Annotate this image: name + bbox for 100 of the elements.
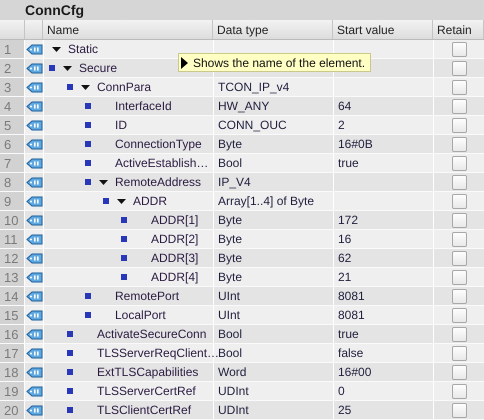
data-type: Word — [218, 365, 246, 379]
bullet-icon — [67, 369, 73, 375]
start-value: 16#00 — [338, 365, 372, 379]
expand-arrow-icon[interactable] — [63, 64, 72, 72]
bullet-icon — [85, 179, 91, 185]
start-value: 16 — [338, 232, 352, 246]
member-name: TLSClientCertRef — [97, 403, 192, 417]
retain-checkbox[interactable] — [452, 80, 467, 94]
expand-arrow-icon[interactable] — [81, 82, 90, 92]
start-value: true — [338, 156, 359, 170]
row-number: 2 — [4, 60, 12, 76]
retain-checkbox[interactable] — [452, 212, 467, 228]
bullet-icon — [85, 312, 91, 318]
start-value: true — [338, 327, 359, 341]
row-number: 20 — [4, 402, 18, 418]
member-name: ID — [115, 118, 127, 132]
member-name: TLSServerReqClient… — [97, 346, 220, 360]
bullet-icon — [85, 103, 91, 109]
bullet-icon — [85, 160, 91, 166]
retain-checkbox[interactable] — [452, 174, 467, 190]
retain-checkbox[interactable] — [452, 232, 467, 246]
row-number: 13 — [4, 270, 18, 284]
bullet-icon — [67, 350, 73, 356]
data-type: Byte — [218, 137, 242, 151]
expand-arrow-icon[interactable] — [117, 196, 126, 206]
data-type: IP_V4 — [218, 175, 251, 189]
retain-checkbox[interactable] — [452, 346, 467, 360]
retain-checkbox[interactable] — [452, 42, 467, 56]
row-number: 9 — [4, 194, 12, 208]
bullet-icon — [121, 274, 127, 280]
member-name: ADDR[2] — [151, 232, 198, 246]
member-name: RemoteAddress — [115, 175, 202, 189]
bullet-icon — [49, 65, 55, 71]
retain-checkbox[interactable] — [452, 118, 467, 132]
bullet-icon — [103, 198, 109, 204]
data-type: HW_ANY — [218, 99, 270, 113]
data-type: Bool — [218, 156, 242, 170]
data-type: UDInt — [218, 403, 249, 417]
retain-checkbox[interactable] — [452, 364, 467, 380]
expand-arrow-icon[interactable] — [99, 178, 108, 186]
data-type: UInt — [218, 308, 240, 322]
start-value: 0 — [338, 384, 345, 398]
row-number: 11 — [4, 232, 18, 246]
member-name: Secure — [79, 61, 118, 75]
start-value: 16#0B — [338, 137, 373, 151]
row-number: 5 — [4, 118, 12, 132]
retain-checkbox[interactable] — [452, 250, 467, 266]
member-name: ADDR[4] — [151, 270, 198, 284]
member-name: LocalPort — [115, 308, 166, 322]
row-number: 19 — [4, 384, 18, 398]
row-number: 3 — [4, 80, 12, 94]
row-number: 16 — [4, 326, 18, 342]
row-number: 18 — [4, 364, 18, 380]
column-header[interactable]: Retain — [437, 22, 472, 36]
data-type: Bool — [218, 327, 242, 341]
member-name: ActivateSecureConn — [97, 327, 206, 341]
retain-checkbox[interactable] — [452, 156, 467, 170]
member-name: ADDR[3] — [151, 251, 198, 265]
retain-checkbox[interactable] — [452, 288, 467, 304]
start-value: 8081 — [338, 289, 365, 303]
start-value: 172 — [338, 213, 358, 227]
row-number: 17 — [4, 346, 18, 360]
bullet-icon — [121, 217, 127, 223]
column-header[interactable]: Data type — [217, 22, 268, 36]
bullet-icon — [85, 293, 91, 299]
retain-checkbox[interactable] — [452, 326, 467, 342]
editor-title: ConnCfg — [25, 2, 84, 18]
row-number: 1 — [4, 42, 12, 56]
bullet-icon — [121, 255, 127, 261]
retain-checkbox[interactable] — [452, 60, 467, 76]
start-value: 64 — [338, 99, 352, 113]
expand-arrow-icon[interactable] — [52, 44, 61, 54]
retain-checkbox[interactable] — [452, 136, 467, 152]
member-name: ExtTLSCapabilities — [97, 365, 198, 379]
data-type: Byte — [218, 213, 242, 227]
data-type: CONN_OUC — [218, 118, 287, 132]
column-header[interactable]: Name — [47, 22, 80, 36]
retain-checkbox[interactable] — [452, 308, 467, 322]
retain-checkbox[interactable] — [452, 98, 467, 114]
bullet-icon — [67, 388, 73, 394]
bullet-icon — [85, 141, 91, 147]
row-number: 10 — [4, 212, 18, 228]
bullet-icon — [67, 407, 73, 413]
data-type: TCON_IP_v4 — [218, 80, 290, 94]
start-value: 25 — [338, 403, 352, 417]
row-number: 14 — [4, 288, 18, 304]
member-name: ADDR[1] — [151, 213, 198, 227]
retain-checkbox[interactable] — [452, 270, 467, 284]
start-value: 8081 — [338, 308, 365, 322]
retain-checkbox[interactable] — [452, 402, 467, 418]
row-number: 8 — [4, 174, 12, 190]
retain-checkbox[interactable] — [452, 384, 467, 398]
column-header[interactable]: Start value — [337, 22, 394, 36]
row-number: 6 — [4, 136, 12, 152]
retain-checkbox[interactable] — [452, 194, 467, 208]
play-icon — [181, 56, 188, 68]
member-name: ConnPara — [97, 80, 152, 94]
start-value: 21 — [338, 270, 352, 284]
member-name: InterfaceId — [115, 99, 172, 113]
start-value: 2 — [338, 118, 345, 132]
